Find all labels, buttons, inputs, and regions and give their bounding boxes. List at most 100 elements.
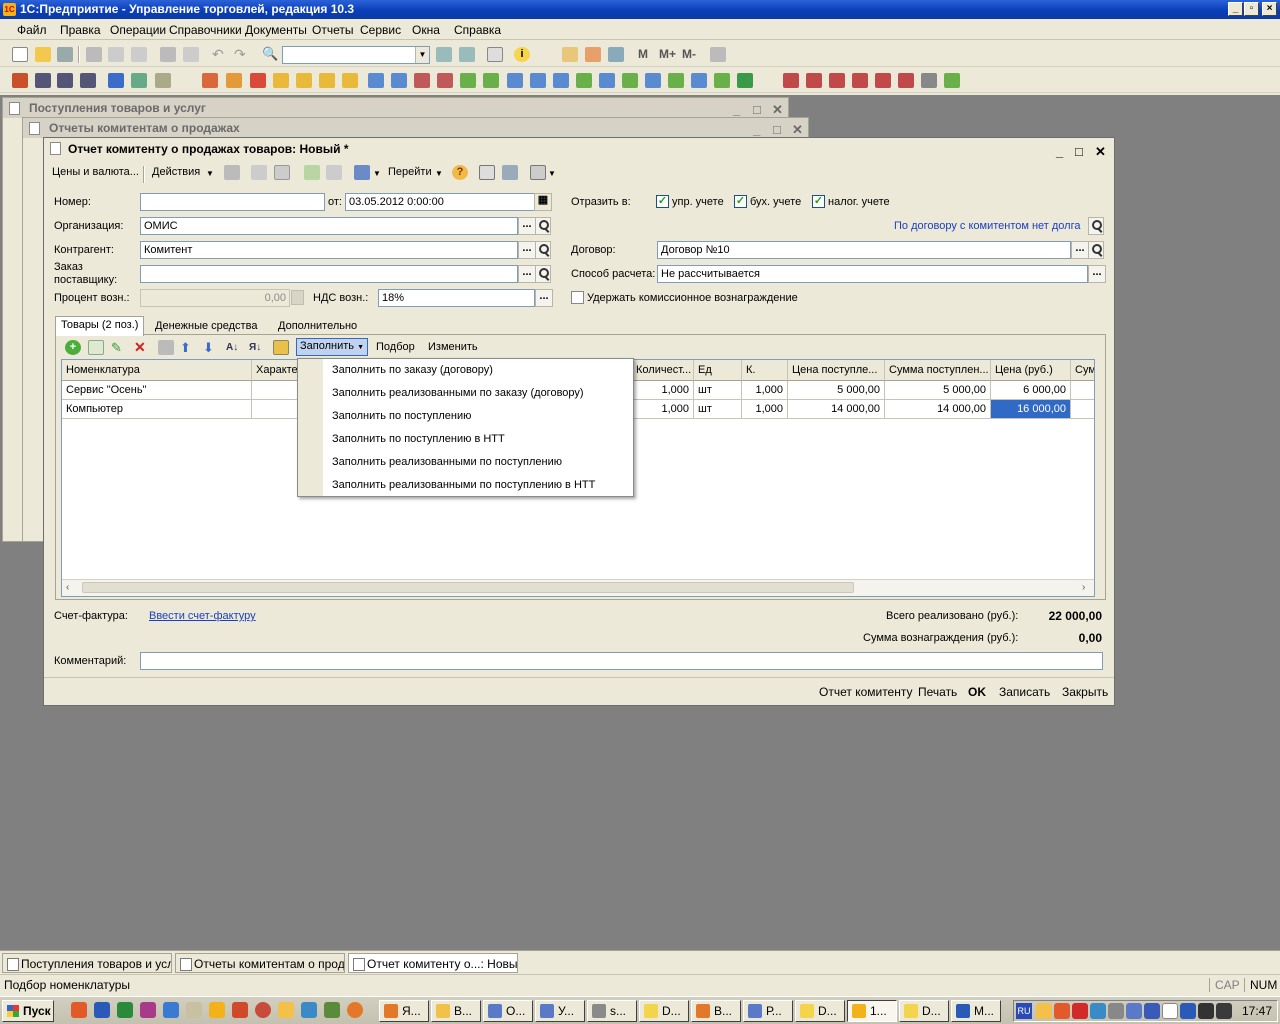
menu-edit[interactable]: Правка bbox=[60, 23, 101, 37]
task-button[interactable]: D... bbox=[639, 1000, 689, 1022]
cell-price-selected[interactable]: 16 000,00 bbox=[991, 400, 1071, 419]
doc-icon-23[interactable] bbox=[576, 73, 592, 88]
refresh-icon[interactable] bbox=[251, 165, 267, 180]
doc-icon-31[interactable] bbox=[783, 73, 799, 88]
users-doc-icon[interactable] bbox=[108, 73, 124, 88]
quicklaunch-onenote-icon[interactable] bbox=[140, 1002, 156, 1018]
maximize-icon[interactable]: □ bbox=[1075, 141, 1083, 163]
menu-operations[interactable]: Операции bbox=[110, 23, 166, 37]
tray-volume-icon[interactable] bbox=[1108, 1003, 1124, 1019]
quicklaunch-app-icon[interactable] bbox=[186, 1002, 202, 1018]
sort-desc-icon[interactable]: Я↓ bbox=[249, 340, 265, 355]
doc-icon-5[interactable] bbox=[131, 73, 147, 88]
print-doc-icon[interactable] bbox=[354, 165, 370, 180]
undo-icon[interactable]: ↶ bbox=[212, 47, 228, 62]
menu-item-fill-by-order[interactable]: Заполнить по заказу (договору) bbox=[332, 364, 493, 376]
col-unit[interactable]: Ед bbox=[694, 360, 742, 381]
tray-display-icon[interactable] bbox=[1126, 1003, 1142, 1019]
contract-select-button[interactable]: ... bbox=[1071, 241, 1089, 259]
add-row-icon[interactable]: + bbox=[65, 340, 81, 355]
new-icon[interactable] bbox=[12, 47, 28, 62]
org-open-icon[interactable] bbox=[535, 217, 551, 235]
goto-menu-button[interactable]: Перейти bbox=[388, 166, 432, 178]
task-button[interactable]: В... bbox=[431, 1000, 481, 1022]
doc-icon-8[interactable] bbox=[226, 73, 242, 88]
payment-field[interactable]: Не рассчитывается bbox=[657, 265, 1088, 283]
pick-button[interactable]: Подбор bbox=[376, 341, 415, 353]
memory-subtract-button[interactable]: M- bbox=[682, 47, 696, 61]
tools-icon[interactable] bbox=[710, 47, 726, 62]
doc-icon-14[interactable] bbox=[368, 73, 384, 88]
doc-icon-9[interactable] bbox=[250, 73, 266, 88]
barcode-icon[interactable] bbox=[273, 340, 289, 355]
ok-button[interactable]: OK bbox=[968, 685, 986, 699]
calendar-icon[interactable] bbox=[585, 47, 601, 62]
doc-icon-26[interactable] bbox=[645, 73, 661, 88]
memory-store-button[interactable]: M bbox=[638, 47, 648, 61]
cell-coefficient[interactable]: 1,000 bbox=[742, 400, 788, 419]
tab-goods[interactable]: Товары (2 поз.) bbox=[55, 316, 145, 336]
doc-icon-7[interactable] bbox=[202, 73, 218, 88]
menu-windows[interactable]: Окна bbox=[412, 23, 440, 37]
tray-app3-icon[interactable] bbox=[1216, 1003, 1232, 1019]
menu-item-fill-by-receipt-ntt[interactable]: Заполнить по поступлению в НТТ bbox=[332, 433, 505, 445]
cell-sum[interactable] bbox=[1071, 400, 1094, 419]
task-button[interactable]: М... bbox=[951, 1000, 1001, 1022]
quicklaunch-opera-icon[interactable] bbox=[71, 1002, 87, 1018]
calculator-icon[interactable] bbox=[562, 47, 578, 62]
save-icon[interactable] bbox=[57, 47, 73, 62]
quicklaunch-firefox-icon[interactable] bbox=[347, 1002, 363, 1018]
doc-icon-15[interactable] bbox=[391, 73, 407, 88]
doc-icon-25[interactable] bbox=[622, 73, 638, 88]
copy-doc-icon[interactable] bbox=[274, 165, 290, 180]
minimize-button[interactable]: _ bbox=[1228, 2, 1243, 16]
counterparty-field[interactable]: Комитент bbox=[140, 241, 518, 259]
tray-network-icon[interactable] bbox=[1090, 1003, 1106, 1019]
copy-icon[interactable] bbox=[108, 47, 124, 62]
doc-icon-24[interactable] bbox=[599, 73, 615, 88]
quicklaunch-clock-icon[interactable] bbox=[278, 1002, 294, 1018]
doc-icon-27[interactable] bbox=[668, 73, 684, 88]
sort-asc-icon[interactable]: A↓ bbox=[226, 340, 242, 355]
invoice-link[interactable]: Ввести счет-фактуру bbox=[149, 610, 256, 622]
organization-field[interactable]: ОМИС bbox=[140, 217, 518, 235]
task-button[interactable]: D... bbox=[795, 1000, 845, 1022]
menu-catalogs[interactable]: Справочники bbox=[169, 23, 242, 37]
date-field[interactable]: 03.05.2012 0:00:00 bbox=[345, 193, 535, 211]
quicklaunch-app5-icon[interactable] bbox=[324, 1002, 340, 1018]
settings-icon[interactable] bbox=[530, 165, 546, 180]
tax-accounting-checkbox[interactable]: ✓ bbox=[812, 195, 825, 208]
cell-name[interactable]: Сервис "Осень" bbox=[62, 381, 252, 400]
task-button[interactable]: Р... bbox=[743, 1000, 793, 1022]
doc-icon-12[interactable] bbox=[319, 73, 335, 88]
doc-icon-4[interactable] bbox=[80, 73, 96, 88]
task-button[interactable]: У... bbox=[535, 1000, 585, 1022]
mgmt-accounting-checkbox[interactable]: ✓ bbox=[656, 195, 669, 208]
quicklaunch-app2-icon[interactable] bbox=[232, 1002, 248, 1018]
menu-service[interactable]: Сервис bbox=[360, 23, 401, 37]
contract-field[interactable]: Договор №10 bbox=[657, 241, 1071, 259]
quicklaunch-app4-icon[interactable] bbox=[301, 1002, 317, 1018]
comment-field[interactable] bbox=[140, 652, 1103, 670]
cell-name[interactable]: Компьютер bbox=[62, 400, 252, 419]
doc-icon-13[interactable] bbox=[342, 73, 358, 88]
save-button[interactable]: Записать bbox=[999, 685, 1050, 699]
col-sum[interactable]: Сум bbox=[1071, 360, 1094, 381]
tray-google-icon[interactable] bbox=[1162, 1003, 1178, 1019]
tray-clock-icon[interactable] bbox=[1036, 1003, 1052, 1019]
close-button[interactable]: × bbox=[1262, 2, 1277, 16]
doc-icon-33[interactable] bbox=[829, 73, 845, 88]
cell-in-sum[interactable]: 14 000,00 bbox=[885, 400, 991, 419]
cell-coefficient[interactable]: 1,000 bbox=[742, 381, 788, 400]
cell-sum[interactable] bbox=[1071, 381, 1094, 400]
tray-app2-icon[interactable] bbox=[1198, 1003, 1214, 1019]
info-icon[interactable]: i bbox=[514, 47, 530, 62]
col-in-price[interactable]: Цена поступле... bbox=[788, 360, 885, 381]
doc-icon-34[interactable] bbox=[852, 73, 868, 88]
payment-select-button[interactable]: ... bbox=[1088, 265, 1106, 283]
windows-icon[interactable] bbox=[487, 47, 503, 62]
doc-icon-29[interactable] bbox=[714, 73, 730, 88]
doc-icon-17[interactable] bbox=[437, 73, 453, 88]
open-icon[interactable] bbox=[35, 47, 51, 62]
cut-icon[interactable] bbox=[86, 47, 102, 62]
